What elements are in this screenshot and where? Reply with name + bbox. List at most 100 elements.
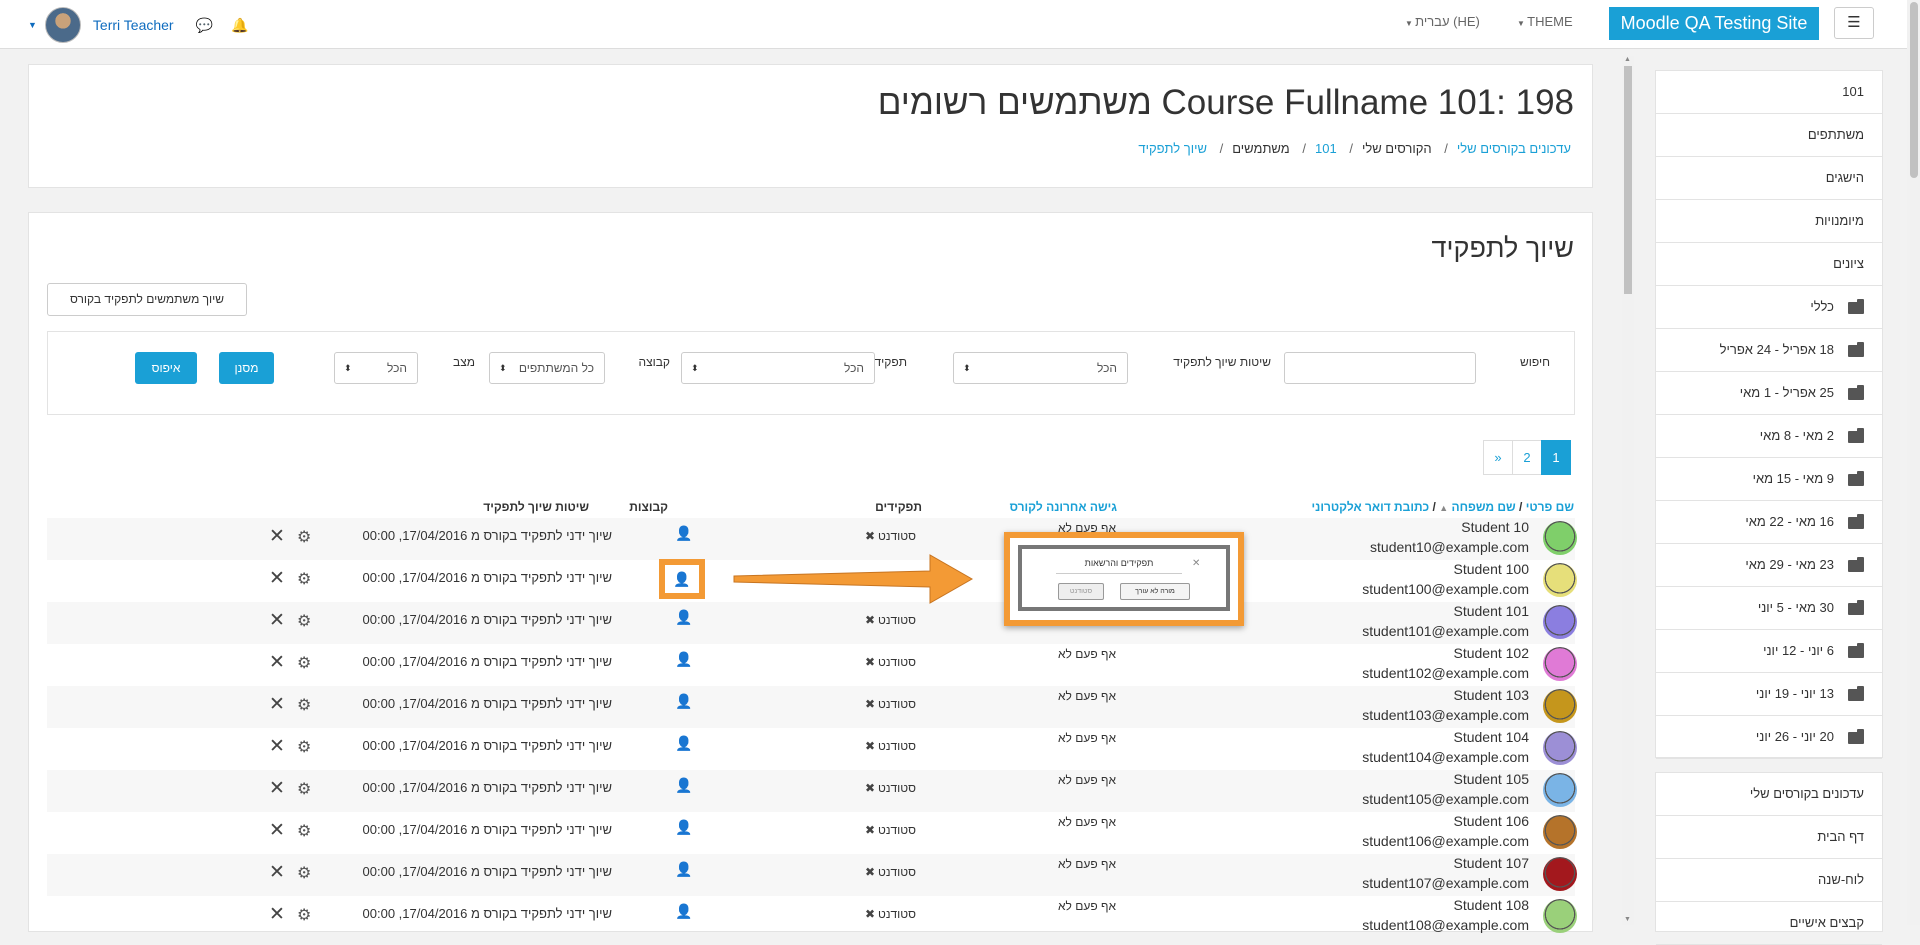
remove-role-icon[interactable]: ✖: [865, 907, 875, 921]
theme-menu[interactable]: ▼ THEME: [1517, 14, 1573, 29]
section-item[interactable]: כללי: [1656, 286, 1882, 329]
gear-icon[interactable]: ⚙: [297, 569, 311, 589]
sort-email-link[interactable]: כתובת דואר אלקטרוני: [1312, 500, 1430, 514]
unenrol-icon[interactable]: ✕: [269, 735, 285, 758]
avatar[interactable]: [1543, 773, 1577, 807]
avatar[interactable]: [1543, 689, 1577, 723]
add-group-icon[interactable]: 👤: [675, 903, 692, 920]
student-name-link[interactable]: Student 107: [1453, 855, 1529, 871]
add-group-icon[interactable]: 👤: [675, 735, 692, 752]
scrollbar-thumb[interactable]: [1910, 2, 1918, 178]
student-name-link[interactable]: Student 106: [1453, 813, 1529, 829]
section-item[interactable]: 30 מאי - 5 יוני: [1656, 587, 1882, 630]
remove-role-icon[interactable]: ✖: [865, 781, 875, 795]
gear-icon[interactable]: ⚙: [297, 695, 311, 715]
scrollbar-thumb[interactable]: [1624, 66, 1632, 294]
student-name-link[interactable]: Student 108: [1453, 897, 1529, 913]
nav-item-competencies[interactable]: מיומנויות: [1656, 200, 1882, 243]
unenrol-icon[interactable]: ✕: [269, 819, 285, 842]
gear-icon[interactable]: ⚙: [297, 737, 311, 757]
site-home-button[interactable]: Moodle QA Testing Site: [1609, 7, 1819, 40]
messages-icon[interactable]: 💬: [196, 17, 213, 34]
avatar[interactable]: [1543, 521, 1577, 555]
section-item[interactable]: 2 מאי - 8 מאי: [1656, 415, 1882, 458]
language-menu[interactable]: ▼ עברית (HE): [1405, 14, 1480, 29]
avatar[interactable]: [44, 7, 81, 43]
search-input[interactable]: [1284, 352, 1476, 384]
enrol-users-button[interactable]: שיוך משתמשים לתפקיד בקורס: [47, 283, 247, 316]
username-link[interactable]: Terri Teacher: [93, 17, 174, 33]
remove-role-icon[interactable]: ✖: [865, 823, 875, 837]
unenrol-icon[interactable]: ✕: [269, 525, 285, 548]
student-button[interactable]: סטודנט: [1058, 583, 1104, 600]
remove-role-icon[interactable]: ✖: [865, 655, 875, 669]
avatar[interactable]: [1543, 605, 1577, 639]
pagination-page-1[interactable]: 1: [1541, 440, 1571, 475]
section-item[interactable]: 25 אפריל - 1 מאי: [1656, 372, 1882, 415]
add-group-icon[interactable]: 👤: [675, 609, 692, 626]
student-name-link[interactable]: Student 105: [1453, 771, 1529, 787]
sort-last-access-link[interactable]: גישה אחרונה לקורס: [1010, 500, 1117, 514]
nav-item-grades[interactable]: ציונים: [1656, 243, 1882, 286]
nav-item-course[interactable]: 101: [1656, 71, 1882, 114]
student-name-link[interactable]: Student 102: [1453, 645, 1529, 661]
add-group-icon[interactable]: 👤: [675, 651, 692, 668]
nav-item-private-files[interactable]: קבצים אישיים: [1656, 902, 1882, 945]
role-select[interactable]: ⬍ הכל: [681, 352, 875, 384]
section-item[interactable]: 18 אפריל - 24 אפריל: [1656, 329, 1882, 372]
nav-item-calendar[interactable]: לוח-שנה: [1656, 859, 1882, 902]
remove-role-icon[interactable]: ✖: [865, 529, 875, 543]
nav-item-badges[interactable]: הישגים: [1656, 157, 1882, 200]
gear-icon[interactable]: ⚙: [297, 863, 311, 883]
close-icon[interactable]: ✕: [1192, 558, 1200, 569]
unenrol-icon[interactable]: ✕: [269, 567, 285, 590]
avatar[interactable]: [1543, 563, 1577, 597]
student-name-link[interactable]: Student 101: [1453, 603, 1529, 619]
student-name-link[interactable]: Student 10: [1461, 519, 1529, 535]
group-select[interactable]: ⬍ כל המשתתפים: [489, 352, 605, 384]
gear-icon[interactable]: ⚙: [297, 905, 311, 925]
avatar[interactable]: [1543, 899, 1577, 933]
add-group-icon[interactable]: 👤: [675, 861, 692, 878]
sort-firstname-link[interactable]: שם פרטי: [1526, 500, 1574, 514]
gear-icon[interactable]: ⚙: [297, 527, 311, 547]
student-name-link[interactable]: Student 100: [1453, 561, 1529, 577]
hamburger-icon[interactable]: ☰: [1834, 7, 1874, 39]
chevron-down-icon[interactable]: ▼: [28, 20, 37, 30]
avatar[interactable]: [1543, 647, 1577, 681]
gear-icon[interactable]: ⚙: [297, 653, 311, 673]
add-group-icon[interactable]: 👤: [675, 777, 692, 794]
section-item[interactable]: 23 מאי - 29 מאי: [1656, 544, 1882, 587]
user-menu[interactable]: ▼ Terri Teacher 💬 🔔: [28, 7, 248, 43]
sort-lastname-link[interactable]: שם משפחה: [1451, 500, 1515, 514]
avatar[interactable]: [1543, 731, 1577, 765]
nav-item-home[interactable]: דף הבית: [1656, 816, 1882, 859]
remove-role-icon[interactable]: ✖: [865, 697, 875, 711]
add-group-icon[interactable]: 👤: [675, 819, 692, 836]
method-select[interactable]: ⬍ הכל: [953, 352, 1128, 384]
student-name-link[interactable]: Student 104: [1453, 729, 1529, 745]
section-item[interactable]: 6 יוני - 12 יוני: [1656, 630, 1882, 673]
section-item[interactable]: 16 מאי - 22 מאי: [1656, 501, 1882, 544]
unenrol-icon[interactable]: ✕: [269, 777, 285, 800]
avatar[interactable]: [1543, 857, 1577, 891]
gear-icon[interactable]: ⚙: [297, 779, 311, 799]
scroll-down-icon[interactable]: ▼: [1624, 916, 1631, 923]
student-name-link[interactable]: Student 103: [1453, 687, 1529, 703]
section-item[interactable]: 20 יוני - 26 יוני: [1656, 716, 1882, 759]
status-select[interactable]: ⬍ הכל: [334, 352, 418, 384]
notifications-icon[interactable]: 🔔: [231, 17, 248, 34]
highlighted-group-icon[interactable]: 👤: [659, 559, 705, 599]
breadcrumb-item-enrolments[interactable]: שיוך לתפקיד: [1138, 141, 1207, 156]
section-item[interactable]: 13 יוני - 19 יוני: [1656, 673, 1882, 716]
unenrol-icon[interactable]: ✕: [269, 903, 285, 926]
pagination-next[interactable]: »: [1483, 440, 1513, 475]
remove-role-icon[interactable]: ✖: [865, 739, 875, 753]
gear-icon[interactable]: ⚙: [297, 821, 311, 841]
nav-item-participants[interactable]: משתתפים: [1656, 114, 1882, 157]
remove-role-icon[interactable]: ✖: [865, 613, 875, 627]
unenrol-icon[interactable]: ✕: [269, 693, 285, 716]
unenrol-icon[interactable]: ✕: [269, 609, 285, 632]
unenrol-icon[interactable]: ✕: [269, 861, 285, 884]
nav-item-dashboard[interactable]: עדכונים בקורסים שלי: [1656, 773, 1882, 816]
